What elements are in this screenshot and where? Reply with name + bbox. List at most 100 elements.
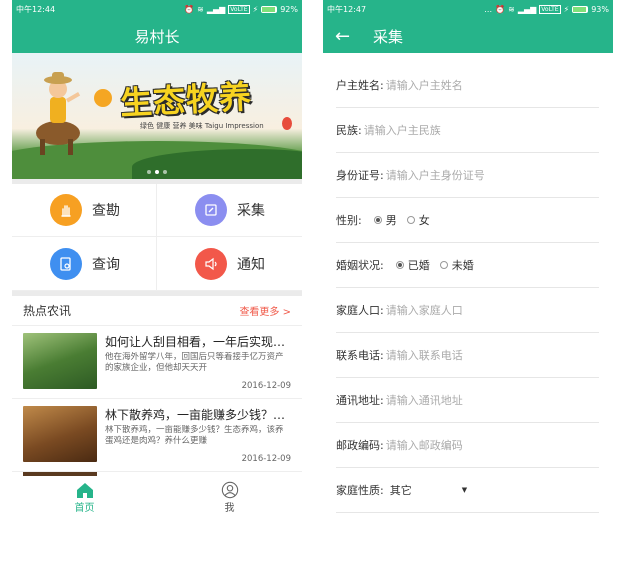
field-label: 通讯地址: — [336, 394, 384, 407]
news-desc: 林下散养鸡，一亩能赚多少钱？生态养鸡，该养蛋鸡还是肉鸡？养什么更赚 — [105, 425, 284, 446]
search-doc-icon — [50, 247, 82, 280]
grid-item-collect[interactable]: 采集 — [157, 184, 302, 237]
marital-field: 婚姻状况: 已婚 未婚 — [336, 243, 599, 288]
family-type-select[interactable]: 其它 ▼ — [390, 482, 467, 498]
grid-item-label: 查询 — [92, 256, 120, 273]
news-desc: 他在海外留学八年，回国后只等着接手亿万资产的家族企业，但他却天天开 — [105, 352, 284, 373]
radio-checked-icon — [373, 216, 382, 224]
home-icon — [76, 483, 93, 498]
charging-icon: ⚡ — [252, 5, 259, 14]
marital-radio-married[interactable]: 已婚 — [395, 257, 430, 273]
carousel-dot[interactable] — [163, 170, 167, 174]
field-label: 户主姓名: — [336, 79, 384, 92]
edit-icon — [195, 194, 227, 226]
field-label: 身份证号: — [336, 169, 384, 182]
home-screen: 中午12:44 ⏰ ≋ ▂▄▆ VoLTE ⚡ 92% 易村长 生态牧养 绿色 … — [12, 0, 302, 518]
tab-me[interactable]: 我 — [157, 477, 302, 518]
wifi-icon: ≋ — [508, 5, 515, 14]
grid-item-query[interactable]: 查询 — [12, 237, 157, 290]
postcode-field[interactable]: 邮政编码: 请输入邮政编码 — [336, 423, 599, 468]
marital-radio-single[interactable]: 未婚 — [439, 257, 474, 273]
id-number-field[interactable]: 身份证号: 请输入户主身份证号 — [336, 153, 599, 198]
phone-input[interactable]: 请输入联系电话 — [386, 347, 463, 363]
radio-label: 未婚 — [451, 259, 474, 272]
tab-label: 我 — [224, 503, 235, 514]
gender-radio-female[interactable]: 女 — [406, 212, 430, 228]
field-label: 性别: — [336, 214, 362, 227]
news-date: 2016-12-09 — [241, 454, 291, 464]
more-icon: … — [484, 5, 493, 14]
bottom-tab-bar: 首页 我 — [12, 477, 302, 518]
list-item[interactable]: 如何让人刮目相看，一年后实现年... 他在海外留学八年，回国后只等着接手亿万资产… — [12, 326, 302, 399]
banner-carousel[interactable]: 生态牧养 绿色 健康 营养 美味 Taigu Impression — [12, 53, 302, 179]
carousel-dot-active[interactable] — [155, 170, 159, 174]
signal-icon: ▂▄▆ — [206, 5, 226, 14]
wifi-icon: ≋ — [197, 5, 204, 14]
field-label: 邮政编码: — [336, 439, 384, 452]
hand-icon — [50, 194, 82, 226]
postcode-input[interactable]: 请输入邮政编码 — [386, 437, 463, 453]
battery-percent: 93% — [591, 5, 609, 14]
grid-item-survey[interactable]: 查勘 — [12, 184, 157, 237]
function-grid: 查勘 采集 查询 通知 — [12, 184, 302, 291]
field-label: 联系电话: — [336, 349, 384, 362]
radio-checked-icon — [395, 261, 404, 269]
status-time: 中午12:44 — [16, 5, 56, 14]
radio-label: 已婚 — [407, 259, 430, 272]
id-number-input[interactable]: 请输入户主身份证号 — [386, 167, 485, 183]
ethnicity-input[interactable]: 请输入户主民族 — [364, 122, 441, 138]
gender-field: 性别: 男 女 — [336, 198, 599, 243]
battery-level-fill — [573, 7, 587, 12]
page-title: 易村长 — [134, 27, 180, 46]
select-value: 其它 — [389, 484, 412, 497]
field-label: 民族: — [336, 124, 362, 137]
grid-item-notify[interactable]: 通知 — [157, 237, 302, 290]
user-icon — [221, 481, 238, 499]
dropdown-arrow-icon: ▼ — [461, 486, 468, 494]
volte-badge: VoLTE — [228, 5, 250, 14]
radio-unchecked-icon — [439, 261, 448, 269]
tab-home[interactable]: 首页 — [12, 477, 157, 518]
owner-name-field[interactable]: 户主姓名: 请输入户主姓名 — [336, 63, 599, 108]
alarm-icon: ⏰ — [495, 5, 506, 14]
owner-name-input[interactable]: 请输入户主姓名 — [386, 77, 463, 93]
radio-unchecked-icon — [406, 216, 415, 224]
news-header: 热点农讯 查看更多 > — [12, 296, 302, 326]
family-type-field: 家庭性质: 其它 ▼ — [336, 468, 599, 513]
address-input[interactable]: 请输入通讯地址 — [386, 392, 463, 408]
volte-badge: VoLTE — [539, 5, 561, 14]
news-title: 林下散养鸡，一亩能赚多少钱？生... — [105, 408, 291, 422]
list-item[interactable] — [12, 472, 302, 476]
list-item[interactable]: 林下散养鸡，一亩能赚多少钱？生... 林下散养鸡，一亩能赚多少钱？生态养鸡，该养… — [12, 399, 302, 472]
news-title: 如何让人刮目相看，一年后实现年... — [105, 335, 291, 349]
grid-item-label: 通知 — [237, 256, 265, 273]
app-bar: 易村长 — [12, 19, 302, 53]
status-bar: 中午12:44 ⏰ ≋ ▂▄▆ VoLTE ⚡ 92% — [12, 0, 302, 19]
population-field[interactable]: 家庭人口: 请输入家庭人口 — [336, 288, 599, 333]
banner-subtitle: 绿色 健康 营养 美味 Taigu Impression — [140, 122, 264, 130]
address-field[interactable]: 通讯地址: 请输入通讯地址 — [336, 378, 599, 423]
grid-item-label: 查勘 — [92, 203, 120, 219]
battery-percent: 92% — [280, 5, 298, 14]
page-title: 采集 — [373, 27, 404, 46]
cowboy-illustration — [36, 72, 81, 155]
status-bar: 中午12:47 … ⏰ ≋ ▂▄▆ VoLTE ⚡ 93% — [323, 0, 613, 19]
speaker-icon — [195, 247, 227, 280]
see-more-link[interactable]: 查看更多 > — [239, 303, 291, 318]
gender-radio-male[interactable]: 男 — [373, 212, 397, 228]
carousel-dots — [12, 170, 302, 174]
phone-field[interactable]: 联系电话: 请输入联系电话 — [336, 333, 599, 378]
collect-form: 户主姓名: 请输入户主姓名 民族: 请输入户主民族 身份证号: 请输入户主身份证… — [323, 63, 613, 513]
ethnicity-field[interactable]: 民族: 请输入户主民族 — [336, 108, 599, 153]
carousel-dot[interactable] — [147, 170, 151, 174]
signal-icon: ▂▄▆ — [517, 5, 537, 14]
news-thumbnail — [23, 333, 97, 389]
news-date: 2016-12-09 — [241, 381, 291, 391]
banner-title: 生态牧养 — [119, 77, 254, 123]
tab-label: 首页 — [74, 503, 95, 514]
radio-label: 男 — [385, 214, 397, 227]
radio-label: 女 — [418, 214, 430, 227]
back-arrow-icon[interactable]: ← — [335, 26, 355, 47]
population-input[interactable]: 请输入家庭人口 — [386, 302, 463, 318]
news-thumbnail — [23, 406, 97, 462]
